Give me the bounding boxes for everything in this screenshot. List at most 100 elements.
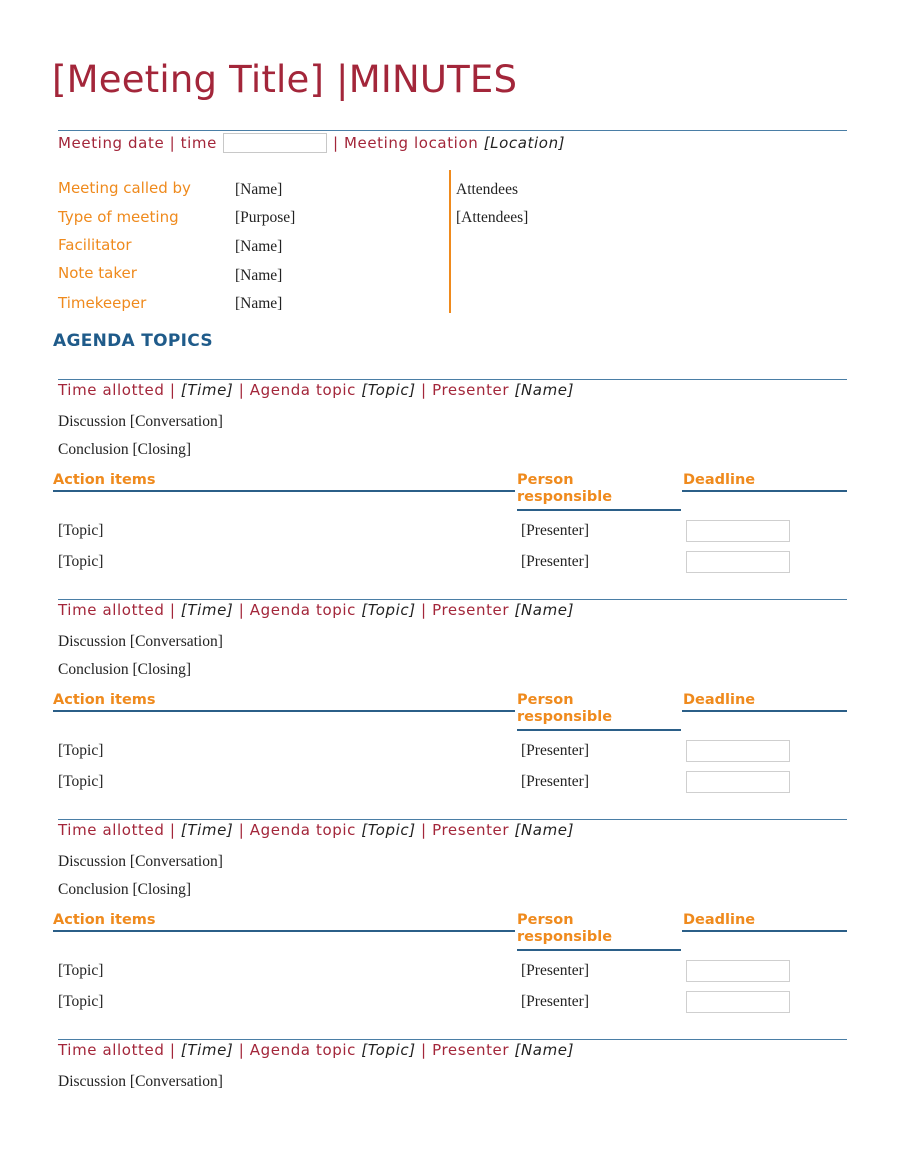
detail-value[interactable]: [Name] bbox=[235, 181, 282, 199]
page-title: [Meeting Title] |MINUTES bbox=[52, 58, 518, 101]
action-person[interactable]: [Presenter] bbox=[521, 962, 589, 980]
discussion-text[interactable]: Discussion [Conversation] bbox=[58, 413, 223, 431]
meeting-location-value[interactable]: [Location] bbox=[484, 134, 565, 152]
presenter-value[interactable]: [Name] bbox=[515, 821, 575, 839]
presenter-value[interactable]: [Name] bbox=[515, 601, 575, 619]
deadline-header: Deadline bbox=[683, 692, 756, 708]
detail-label: Type of meeting bbox=[58, 208, 179, 226]
action-item[interactable]: [Topic] bbox=[58, 553, 103, 571]
deadline-field[interactable] bbox=[686, 991, 790, 1013]
detail-value[interactable]: [Name] bbox=[235, 267, 282, 285]
divider bbox=[682, 930, 847, 932]
detail-label: Note taker bbox=[58, 264, 137, 282]
time-value[interactable]: [Time] bbox=[181, 821, 233, 839]
meeting-location-label: | Meeting location bbox=[332, 134, 479, 152]
deadline-field[interactable] bbox=[686, 740, 790, 762]
divider bbox=[53, 490, 515, 492]
meeting-date-time-label: Meeting date | time bbox=[58, 134, 217, 152]
attendees-divider bbox=[449, 170, 451, 313]
divider bbox=[682, 490, 847, 492]
divider bbox=[517, 949, 681, 951]
discussion-text[interactable]: Discussion [Conversation] bbox=[58, 853, 223, 871]
time-value[interactable]: [Time] bbox=[181, 601, 233, 619]
topic-value[interactable]: [Topic] bbox=[361, 381, 415, 399]
action-item[interactable]: [Topic] bbox=[58, 522, 103, 540]
deadline-header: Deadline bbox=[683, 912, 756, 928]
person-responsible-header: Person responsible bbox=[517, 692, 612, 726]
presenter-label: | Presenter bbox=[421, 601, 510, 619]
detail-label: Meeting called by bbox=[58, 179, 191, 197]
divider bbox=[58, 819, 847, 820]
deadline-field[interactable] bbox=[686, 960, 790, 982]
action-item[interactable]: [Topic] bbox=[58, 993, 103, 1011]
presenter-value[interactable]: [Name] bbox=[515, 381, 575, 399]
detail-label: Facilitator bbox=[58, 236, 132, 254]
discussion-text[interactable]: Discussion [Conversation] bbox=[58, 1073, 223, 1091]
time-allotted-label: Time allotted | bbox=[58, 1041, 176, 1059]
detail-value[interactable]: [Purpose] bbox=[235, 209, 295, 227]
person-header-line1: Person bbox=[517, 912, 574, 928]
person-header-line1: Person bbox=[517, 472, 574, 488]
discussion-text[interactable]: Discussion [Conversation] bbox=[58, 633, 223, 651]
topic-header: Time allotted | [Time] | Agenda topic [T… bbox=[58, 601, 574, 619]
action-person[interactable]: [Presenter] bbox=[521, 993, 589, 1011]
action-person[interactable]: [Presenter] bbox=[521, 522, 589, 540]
divider bbox=[58, 379, 847, 380]
action-person[interactable]: [Presenter] bbox=[521, 742, 589, 760]
deadline-field[interactable] bbox=[686, 551, 790, 573]
topic-header: Time allotted | [Time] | Agenda topic [T… bbox=[58, 821, 574, 839]
divider bbox=[58, 1039, 847, 1040]
conclusion-text[interactable]: Conclusion [Closing] bbox=[58, 881, 191, 899]
detail-value[interactable]: [Name] bbox=[235, 295, 282, 313]
agenda-topic-label: | Agenda topic bbox=[238, 821, 356, 839]
time-value[interactable]: [Time] bbox=[181, 381, 233, 399]
presenter-label: | Presenter bbox=[421, 1041, 510, 1059]
divider bbox=[53, 930, 515, 932]
deadline-field[interactable] bbox=[686, 771, 790, 793]
meeting-info-line: Meeting date | time | Meeting location [… bbox=[58, 133, 565, 153]
action-item[interactable]: [Topic] bbox=[58, 962, 103, 980]
divider bbox=[517, 729, 681, 731]
topic-value[interactable]: [Topic] bbox=[361, 821, 415, 839]
agenda-topic-label: | Agenda topic bbox=[238, 1041, 356, 1059]
divider bbox=[53, 710, 515, 712]
deadline-header: Deadline bbox=[683, 472, 756, 488]
person-responsible-header: Person responsible bbox=[517, 912, 612, 946]
action-items-header: Action items bbox=[53, 692, 156, 708]
deadline-field[interactable] bbox=[686, 520, 790, 542]
topic-value[interactable]: [Topic] bbox=[361, 601, 415, 619]
detail-value[interactable]: [Name] bbox=[235, 238, 282, 256]
action-person[interactable]: [Presenter] bbox=[521, 773, 589, 791]
action-person[interactable]: [Presenter] bbox=[521, 553, 589, 571]
person-header-line1: Person bbox=[517, 692, 574, 708]
divider bbox=[682, 710, 847, 712]
topic-header: Time allotted | [Time] | Agenda topic [T… bbox=[58, 381, 574, 399]
presenter-label: | Presenter bbox=[421, 381, 510, 399]
time-value[interactable]: [Time] bbox=[181, 1041, 233, 1059]
divider bbox=[58, 599, 847, 600]
conclusion-text[interactable]: Conclusion [Closing] bbox=[58, 441, 191, 459]
action-item[interactable]: [Topic] bbox=[58, 773, 103, 791]
presenter-label: | Presenter bbox=[421, 821, 510, 839]
meeting-date-time-field[interactable] bbox=[222, 133, 327, 153]
person-header-line2: responsible bbox=[517, 929, 613, 945]
time-allotted-label: Time allotted | bbox=[58, 821, 176, 839]
topic-value[interactable]: [Topic] bbox=[361, 1041, 415, 1059]
action-item[interactable]: [Topic] bbox=[58, 742, 103, 760]
person-header-line2: responsible bbox=[517, 489, 613, 505]
conclusion-text[interactable]: Conclusion [Closing] bbox=[58, 661, 191, 679]
presenter-value[interactable]: [Name] bbox=[515, 1041, 575, 1059]
divider bbox=[58, 130, 847, 131]
attendees-label: Attendees bbox=[456, 181, 518, 198]
attendees-value[interactable]: [Attendees] bbox=[456, 209, 528, 227]
agenda-topics-heading: AGENDA TOPICS bbox=[53, 331, 213, 351]
time-allotted-label: Time allotted | bbox=[58, 381, 176, 399]
agenda-topic-label: | Agenda topic bbox=[238, 601, 356, 619]
topic-header: Time allotted | [Time] | Agenda topic [T… bbox=[58, 1041, 574, 1059]
person-header-line2: responsible bbox=[517, 709, 613, 725]
person-responsible-header: Person responsible bbox=[517, 472, 612, 506]
action-items-header: Action items bbox=[53, 912, 156, 928]
time-allotted-label: Time allotted | bbox=[58, 601, 176, 619]
detail-label: Timekeeper bbox=[58, 294, 147, 312]
action-items-header: Action items bbox=[53, 472, 156, 488]
